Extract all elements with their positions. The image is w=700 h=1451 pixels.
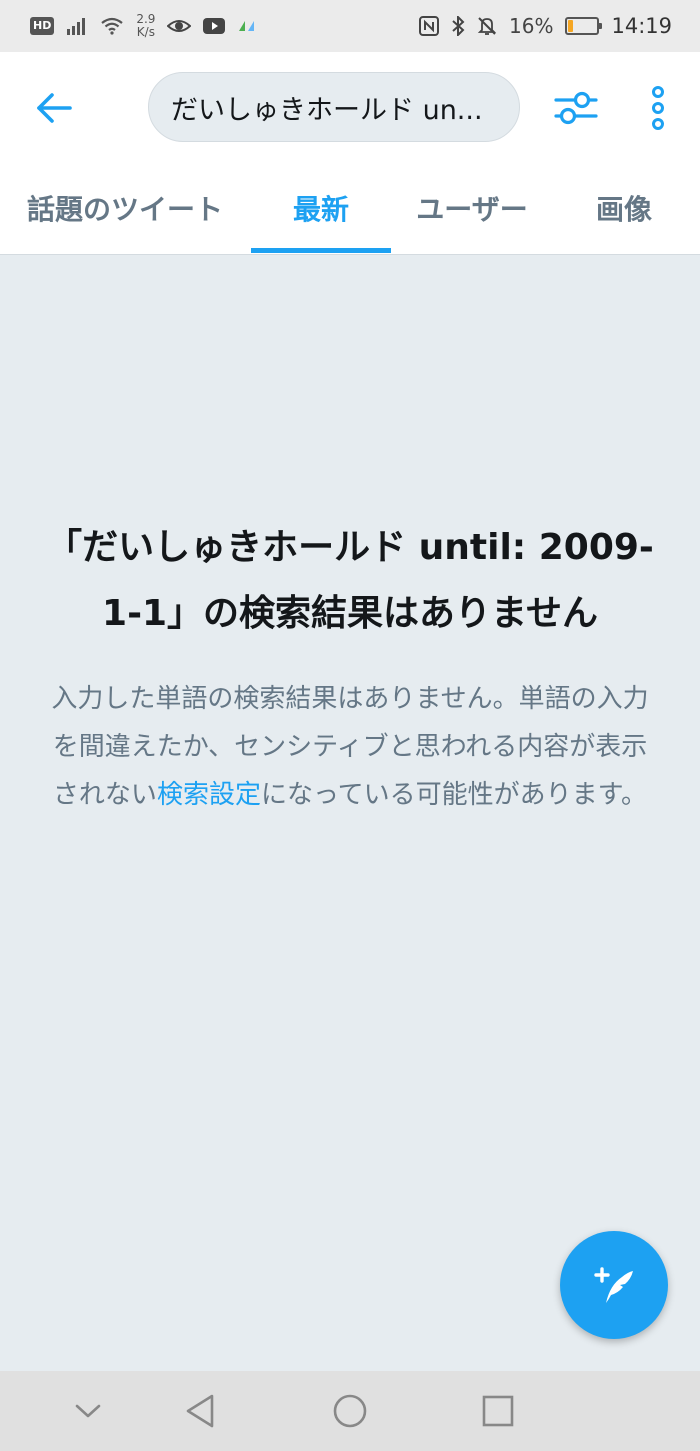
bluetooth-icon	[452, 16, 465, 36]
screen: HD 2.9 K/s 16% 14:19 だいしゅきホールド un... 話題の…	[0, 0, 700, 1451]
data-arrows-icon	[239, 21, 255, 31]
battery-level-fill	[568, 20, 573, 32]
more-options-button[interactable]	[636, 80, 680, 136]
search-query-text: だいしゅきホールド un...	[171, 94, 483, 126]
status-bar-right: 16% 14:19	[419, 14, 672, 38]
search-filter-button[interactable]	[548, 82, 604, 134]
signal-icon	[67, 18, 86, 35]
nav-recents-button[interactable]	[478, 1391, 518, 1431]
empty-state-message: 入力した単語の検索結果はありません。単語の入力を間違えたか、センシティブと思われ…	[40, 675, 660, 819]
empty-state-title: 「だいしゅきホールド until: 2009-1-1」の検索結果はありません	[46, 527, 654, 634]
tab-top-tweets[interactable]: 話題のツイート	[10, 162, 240, 254]
tab-users[interactable]: ユーザー	[398, 162, 546, 254]
sliders-icon	[554, 91, 598, 125]
active-tab-indicator	[251, 248, 391, 253]
search-header: だいしゅきホールド un...	[0, 52, 700, 162]
clock: 14:19	[611, 14, 672, 38]
wifi-icon	[101, 17, 124, 35]
search-tabs: 話題のツイート 最新 ユーザー 画像	[0, 162, 700, 255]
search-field[interactable]: だいしゅきホールド un...	[148, 72, 520, 142]
tab-latest[interactable]: 最新	[251, 162, 391, 254]
compose-quill-icon	[594, 1267, 633, 1303]
youtube-icon	[203, 18, 226, 34]
arrow-left-icon	[37, 93, 72, 123]
system-navigation-bar	[0, 1371, 700, 1451]
hd-badge: HD	[30, 17, 55, 35]
status-bar: HD 2.9 K/s 16% 14:19	[0, 0, 700, 52]
network-speed: 2.9 K/s	[136, 12, 156, 39]
eye-icon	[167, 20, 192, 32]
nfc-icon	[419, 16, 440, 36]
nav-hide-button[interactable]	[68, 1391, 108, 1431]
empty-state: 「だいしゅきホールド until: 2009-1-1」の検索結果はありません 入…	[40, 515, 660, 819]
tab-images[interactable]: 画像	[575, 162, 673, 254]
nav-back-button[interactable]	[180, 1391, 220, 1431]
search-settings-link[interactable]: 検索設定	[157, 780, 261, 810]
back-button[interactable]	[28, 82, 80, 134]
status-bar-left: HD 2.9 K/s	[30, 13, 257, 39]
battery-percent: 16%	[509, 14, 554, 38]
square-recents-icon	[482, 1395, 514, 1427]
triangle-back-icon	[186, 1394, 214, 1428]
vertical-dots-icon	[652, 86, 664, 130]
nav-home-button[interactable]	[330, 1391, 370, 1431]
bell-muted-icon	[477, 17, 497, 35]
battery-icon	[565, 17, 603, 35]
empty-state-message-end: になっている可能性があります。	[260, 780, 648, 810]
compose-tweet-button[interactable]	[560, 1231, 668, 1339]
chevron-down-icon	[75, 1404, 101, 1418]
circle-home-icon	[333, 1394, 367, 1428]
